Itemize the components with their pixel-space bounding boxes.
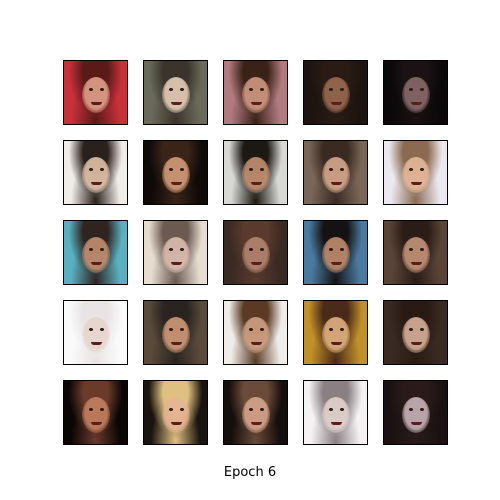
generated-face-image bbox=[303, 60, 368, 125]
generated-face-image bbox=[383, 300, 448, 365]
generated-face-image bbox=[303, 300, 368, 365]
generated-face-image bbox=[303, 140, 368, 205]
generated-face-image bbox=[63, 220, 128, 285]
generated-face-image bbox=[143, 140, 208, 205]
generated-face-image bbox=[63, 380, 128, 445]
generated-face-image bbox=[383, 380, 448, 445]
generated-face-image bbox=[63, 140, 128, 205]
generated-face-image bbox=[383, 140, 448, 205]
generated-face-image bbox=[383, 220, 448, 285]
epoch-caption: Epoch 6 bbox=[223, 465, 277, 480]
generated-face-image bbox=[143, 380, 208, 445]
generated-face-image bbox=[223, 380, 288, 445]
generated-face-image bbox=[63, 60, 128, 125]
generated-face-image bbox=[143, 60, 208, 125]
generated-face-image bbox=[223, 220, 288, 285]
sample-image-grid bbox=[0, 0, 500, 500]
generated-face-image bbox=[63, 300, 128, 365]
generated-face-image bbox=[223, 140, 288, 205]
generated-face-image bbox=[303, 380, 368, 445]
generated-face-image bbox=[383, 60, 448, 125]
generated-face-image bbox=[303, 220, 368, 285]
generated-face-image bbox=[143, 220, 208, 285]
generated-face-image bbox=[223, 300, 288, 365]
generated-face-image bbox=[223, 60, 288, 125]
generated-face-image bbox=[143, 300, 208, 365]
